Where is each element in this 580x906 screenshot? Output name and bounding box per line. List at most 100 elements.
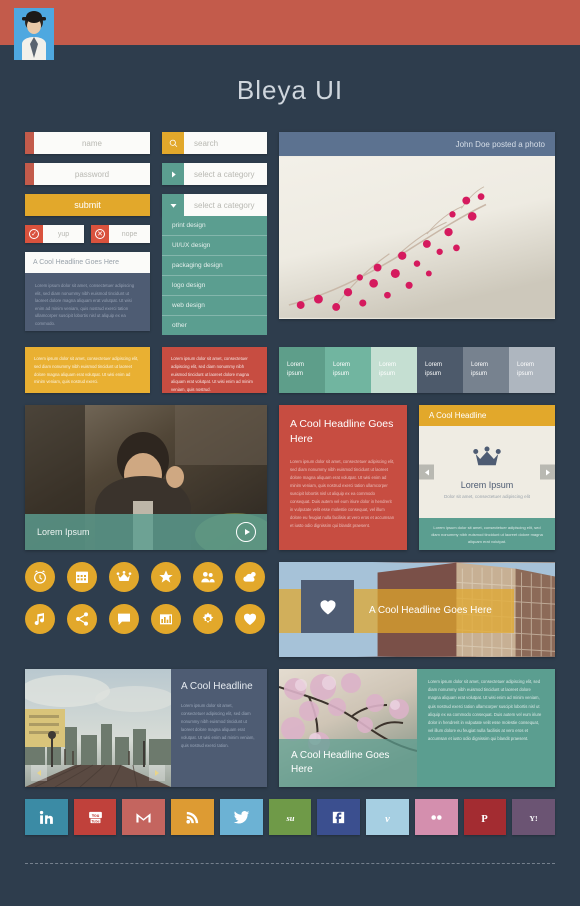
name-input[interactable]: name xyxy=(25,132,150,154)
youtube-icon[interactable]: You Tube xyxy=(73,799,117,835)
stat-line-1: Lorem xyxy=(333,362,351,368)
name-placeholder[interactable]: name xyxy=(34,132,150,154)
blossom-photo: A Cool Headline Goes Here xyxy=(279,669,417,787)
stat-block[interactable]: Lorem ipsum xyxy=(325,347,371,393)
svg-text:v: v xyxy=(385,813,390,824)
stat-block[interactable]: Lorem ipsum xyxy=(463,347,509,393)
music-note-icon[interactable] xyxy=(25,604,55,634)
text-card-heading: A Cool Headline Goes Here xyxy=(25,252,150,273)
gmail-icon[interactable] xyxy=(122,799,166,835)
avatar[interactable] xyxy=(14,8,54,60)
carousel-header: A Cool Headline xyxy=(419,405,555,426)
weather-cloud-icon[interactable] xyxy=(235,562,265,592)
dropdown-option[interactable]: logo design xyxy=(162,276,267,296)
video-caption: Lorem Ipsum xyxy=(37,527,90,537)
search-icon xyxy=(162,132,184,154)
star-icon[interactable] xyxy=(151,562,181,592)
dropdown-option[interactable]: UI/UX design xyxy=(162,236,267,256)
stat-block[interactable]: Lorem ipsum xyxy=(279,347,325,393)
blossom-card-pane: Lorem ipsum dolor sit amet, consectetuer… xyxy=(417,669,555,787)
alerts-stats-row: Lorem ipsum dolor sit amet, consectetuer… xyxy=(25,347,555,393)
dropdown-option[interactable]: print design xyxy=(162,216,267,236)
category-select-1-label[interactable]: select a category xyxy=(184,163,267,185)
stat-line-1: Lorem xyxy=(287,362,305,368)
video-card[interactable]: Lorem Ipsum xyxy=(25,405,267,550)
people-icon[interactable] xyxy=(193,562,223,592)
flickr-icon[interactable] xyxy=(414,799,458,835)
stat-line-2: ipsum xyxy=(425,371,442,377)
bottom-cards-row: A Cool Headline Lorem ipsum dolor sit am… xyxy=(25,669,555,787)
category-select-1[interactable]: select a category xyxy=(162,163,267,185)
submit-button[interactable]: submit xyxy=(25,194,150,216)
video-caption-bar: Lorem Ipsum xyxy=(25,514,267,550)
password-accent-bar xyxy=(25,163,34,185)
chat-bubble-icon[interactable] xyxy=(109,604,139,634)
stat-block[interactable]: Lorem ipsum xyxy=(417,347,463,393)
city-card-pane: A Cool Headline Lorem ipsum dolor sit am… xyxy=(171,669,267,787)
headline-card-title: A Cool Headline Goes Here xyxy=(290,418,394,446)
share-icon[interactable] xyxy=(67,604,97,634)
stat-line-1: Lorem xyxy=(425,362,443,368)
icons-banner-row: A Cool Headline Goes Here xyxy=(25,562,555,657)
play-icon[interactable] xyxy=(236,522,256,542)
carousel-prev-button[interactable] xyxy=(419,464,434,480)
password-placeholder[interactable]: password xyxy=(34,163,150,185)
yes-label: yup xyxy=(43,225,84,243)
stat-line-1: Lorem xyxy=(379,362,397,368)
prev-arrow-icon[interactable] xyxy=(31,765,47,781)
carousel-subtitle: Dolor sit amet, consectetuer adipiscing … xyxy=(443,493,531,499)
forms-row: name password submit ✓ yup ✕ nope A Cool… xyxy=(14,8,555,335)
stat-line-2: ipsum xyxy=(517,371,534,377)
text-card-body: Lorem ipsum dolor sit amet, consectetuer… xyxy=(25,273,150,331)
headline-card-body: Lorem ipsum dolor sit amet, consectetuer… xyxy=(290,459,395,529)
stat-line-1: Lorem xyxy=(517,362,535,368)
stat-block[interactable]: Lorem ipsum xyxy=(371,347,417,393)
page-title: Bleya UI xyxy=(236,75,344,105)
bar-chart-icon[interactable] xyxy=(151,604,181,634)
media-row: Lorem Ipsum A Cool Headline Goes Here Lo… xyxy=(25,405,555,550)
text-card: A Cool Headline Goes Here Lorem ipsum do… xyxy=(25,252,150,331)
alert-warning: Lorem ipsum dolor sit amet, consectetuer… xyxy=(25,347,150,393)
next-arrow-icon[interactable] xyxy=(149,765,165,781)
rss-icon[interactable] xyxy=(171,799,214,835)
carousel-next-button[interactable] xyxy=(540,464,555,480)
stat-block[interactable]: Lorem ipsum xyxy=(509,347,555,393)
heart-icon[interactable] xyxy=(235,604,265,634)
twitter-icon[interactable] xyxy=(219,799,263,835)
dropdown-option[interactable]: other xyxy=(162,316,267,335)
category-select-2-label[interactable]: select a category xyxy=(184,194,267,216)
pinterest-icon[interactable]: P xyxy=(463,799,507,835)
facebook-icon[interactable] xyxy=(317,799,361,835)
search-placeholder[interactable]: search xyxy=(184,132,267,154)
dropdown-option[interactable]: web design xyxy=(162,296,267,316)
dropdown-option[interactable]: packaging design xyxy=(162,256,267,276)
no-button[interactable]: ✕ nope xyxy=(91,225,150,243)
crown-icon xyxy=(473,446,501,466)
calendar-icon[interactable] xyxy=(67,562,97,592)
search-input[interactable]: search xyxy=(162,132,267,154)
vimeo-icon[interactable]: v xyxy=(366,799,409,835)
yahoo-icon[interactable]: Y! xyxy=(512,799,556,835)
stumbleupon-icon[interactable]: su xyxy=(268,799,312,835)
heart-icon[interactable] xyxy=(301,580,354,633)
carousel-footer: Lorem ipsum dolor sit amet, consectetuer… xyxy=(419,518,555,550)
linkedin-icon[interactable] xyxy=(25,799,68,835)
caret-down-icon xyxy=(162,194,184,216)
alarm-clock-icon[interactable] xyxy=(25,562,55,592)
category-select-2[interactable]: select a category xyxy=(162,194,267,216)
svg-text:Y!: Y! xyxy=(530,814,538,823)
blossom-card-body: Lorem ipsum dolor sit amet, consectetuer… xyxy=(428,679,542,742)
password-input[interactable]: password xyxy=(25,163,150,185)
yes-button[interactable]: ✓ yup xyxy=(25,225,84,243)
post-photo xyxy=(279,156,555,319)
city-photo xyxy=(25,669,171,787)
carousel-card: A Cool Headline Lorem Ipsum Dolor sit am… xyxy=(419,405,555,550)
gear-icon[interactable] xyxy=(193,604,223,634)
name-accent-bar xyxy=(25,132,34,154)
login-form: name password submit ✓ yup ✕ nope A Cool… xyxy=(25,132,150,335)
photo-post-widget: John Doe posted a photo xyxy=(14,8,555,335)
svg-text:su: su xyxy=(285,813,294,823)
crown-icon[interactable] xyxy=(109,562,139,592)
blossom-heading: A Cool Headline Goes Here xyxy=(291,750,390,775)
post-status-text: John Doe posted a photo xyxy=(455,139,545,149)
